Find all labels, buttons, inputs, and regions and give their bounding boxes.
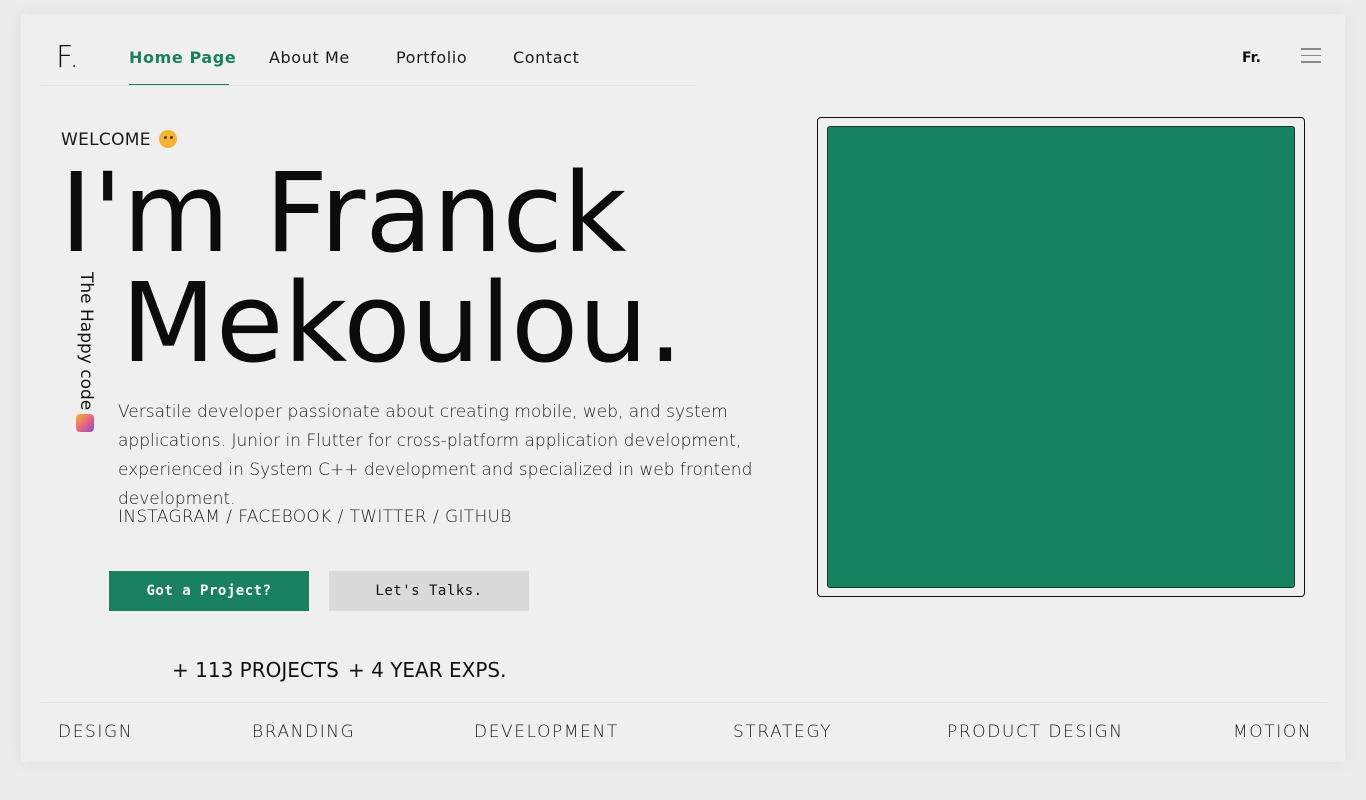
party-face-icon — [76, 414, 94, 432]
welcome-label: WELCOME — [61, 130, 177, 150]
nav-item-about[interactable]: About Me — [269, 48, 350, 67]
profile-image-placeholder — [827, 126, 1295, 588]
language-toggle[interactable]: Fr. — [1242, 50, 1261, 66]
bio-paragraph: Versatile developer passionate about cre… — [118, 402, 753, 509]
nav-divider — [41, 85, 697, 86]
logo[interactable]: F. — [56, 40, 80, 75]
service-development: DEVELOPMENT — [474, 722, 619, 742]
nav-item-portfolio[interactable]: Portfolio — [396, 48, 467, 67]
service-product-design: PRODUCT DESIGN — [947, 722, 1124, 742]
social-links: INSTAGRAM / FACEBOOK / TWITTER / GITHUB — [118, 507, 512, 527]
profile-image-frame — [817, 117, 1305, 597]
got-a-project-button[interactable]: Got a Project? — [109, 571, 309, 611]
hero-title-line2: Mekoulou. — [121, 259, 683, 387]
social-link-twitter[interactable]: TWITTER — [350, 507, 427, 527]
social-link-instagram[interactable]: INSTAGRAM — [118, 507, 220, 527]
stat-projects: + 113 PROJECTS — [172, 658, 339, 682]
tagline-vertical: The Happy code — [76, 272, 96, 411]
hero-title-line1: I'm Franck — [60, 149, 627, 277]
welcome-text: WELCOME — [61, 130, 151, 150]
service-branding: BRANDING — [252, 722, 356, 742]
nav-item-home[interactable]: Home Page — [129, 48, 236, 67]
hamburger-menu-icon[interactable] — [1301, 48, 1321, 66]
services-divider — [41, 702, 1327, 703]
lets-talk-button[interactable]: Let's Talks. — [329, 571, 529, 611]
service-design: DESIGN — [58, 722, 134, 742]
smiling-face-icon — [158, 130, 177, 148]
social-link-github[interactable]: GITHUB — [445, 507, 512, 527]
stat-experience: + 4 YEAR EXPS. — [348, 658, 507, 682]
nav-item-contact[interactable]: Contact — [513, 48, 579, 67]
service-strategy: STRATEGY — [733, 722, 833, 742]
social-link-facebook[interactable]: FACEBOOK — [238, 507, 331, 527]
service-motion: MOTION — [1233, 722, 1313, 742]
